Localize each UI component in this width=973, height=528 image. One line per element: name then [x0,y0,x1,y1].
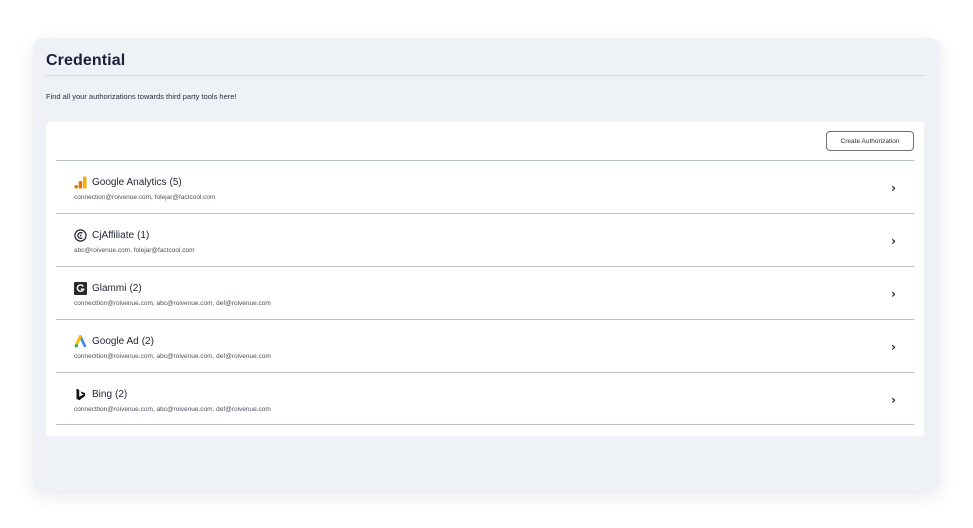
create-authorization-button[interactable]: Create Authorization [826,131,914,151]
authorization-name: Glammi [92,283,127,294]
credential-panel: Credential Find all your authorizations … [33,38,940,490]
row-header: Google Ad (2) [74,335,154,348]
row-header: Glammi (2) [74,282,142,295]
authorization-accounts: connecttion@roivenue.com, abc@roivenue.c… [74,406,271,413]
authorization-name: Google Ad [92,336,139,347]
authorization-name: Bing [92,389,113,400]
authorization-accounts: abc@roivenue.com, folejar@factcool.com [74,247,195,254]
chevron-right-icon[interactable]: › [891,340,896,354]
authorization-name: CjAffiliate [92,230,135,241]
authorization-row-glammi[interactable]: Glammi (2) connecttion@roivenue.com, abc… [56,266,914,319]
authorization-row-bing[interactable]: Bing (2) connecttion@roivenue.com, abc@r… [56,372,914,425]
authorization-count: (2) [141,336,154,347]
authorization-row-google-analytics[interactable]: Google Analytics (5) connection@roivenue… [56,160,914,213]
title-divider [46,75,924,76]
glammi-icon [74,282,87,295]
authorization-accounts: connection@roivenue.com, folejar@factcoo… [74,194,216,201]
chevron-right-icon[interactable]: › [891,234,896,248]
chevron-right-icon[interactable]: › [891,181,896,195]
authorization-row-cjaffiliate[interactable]: CjAffiliate (1) abc@roivenue.com, foleja… [56,213,914,266]
row-header: CjAffiliate (1) [74,229,149,242]
authorization-count: (2) [115,389,128,400]
authorizations-card: Create Authorization Google Analytics (5… [46,122,924,436]
authorization-count: (1) [137,230,150,241]
authorization-count: (2) [129,283,142,294]
authorization-row-google-ad[interactable]: Google Ad (2) connecttion@roivenue.com, … [56,319,914,372]
authorization-accounts: connecttion@roivenue.com, abc@roivenue.c… [74,300,271,307]
authorization-name: Google Analytics [92,177,167,188]
authorizations-list: Google Analytics (5) connection@roivenue… [56,160,914,425]
google-analytics-icon [74,176,87,189]
authorization-count: (5) [169,177,182,188]
google-ads-icon [74,335,87,348]
page-subtitle: Find all your authorizations towards thi… [46,92,237,101]
bing-icon [74,388,87,401]
page-title: Credential [46,52,126,69]
row-header: Bing (2) [74,388,127,401]
chevron-right-icon[interactable]: › [891,393,896,407]
chevron-right-icon[interactable]: › [891,287,896,301]
row-header: Google Analytics (5) [74,176,182,189]
authorization-accounts: connecttion@roivenue.com, abc@roivenue.c… [74,353,271,360]
cj-affiliate-icon [74,229,87,242]
